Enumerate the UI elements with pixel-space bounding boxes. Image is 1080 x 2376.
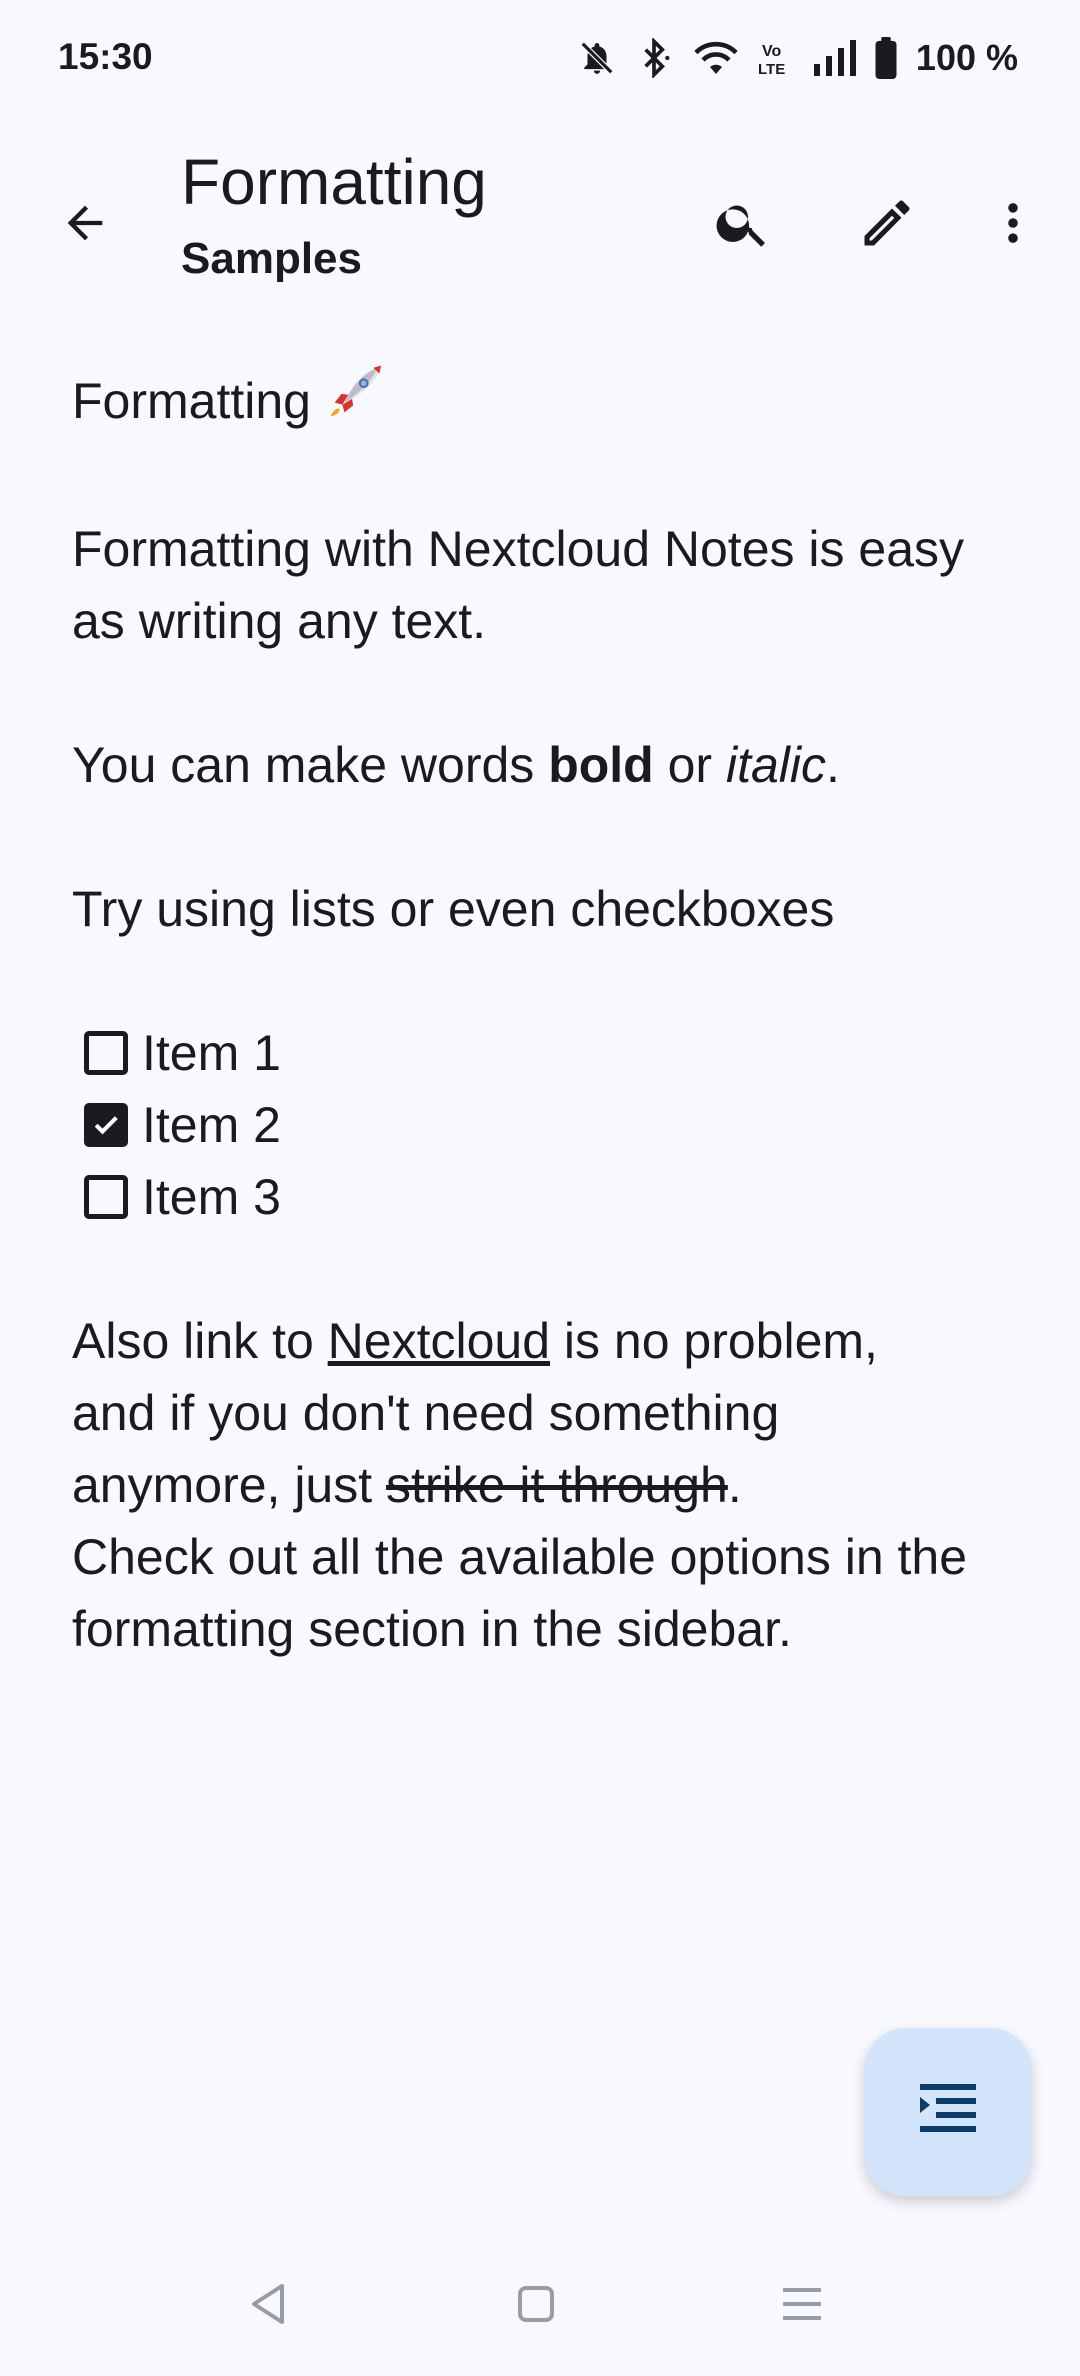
strikethrough-text: strike it through <box>386 1457 728 1513</box>
page-title: Formatting <box>181 146 487 218</box>
nav-home-button[interactable] <box>496 2276 576 2336</box>
back-button[interactable] <box>40 180 130 270</box>
note-last-line: Check out all the available options in t… <box>72 1529 968 1657</box>
page-subtitle: Samples <box>181 234 362 283</box>
wifi-icon <box>692 38 740 78</box>
format-list-icon <box>918 2082 978 2143</box>
search-icon <box>713 193 773 258</box>
back-arrow-icon <box>59 197 111 254</box>
volte-icon: Vo LTE <box>758 38 794 78</box>
more-vert-icon <box>987 193 1039 258</box>
checkbox-unchecked[interactable] <box>84 1031 128 1075</box>
emphasis-pre: You can make words <box>72 737 549 793</box>
status-bar: 15:30 Vo LTE 100 % <box>0 0 1080 118</box>
checklist-item[interactable]: Item 1 <box>72 1017 972 1089</box>
checklist-item-label: Item 1 <box>142 1025 281 1081</box>
note-heading-text: Formatting <box>72 372 311 429</box>
checklist: Item 1 Item 2 Item 3 <box>72 1017 972 1233</box>
checklist-item[interactable]: Item 2 <box>72 1089 972 1161</box>
closing-pre-link: Also link to <box>72 1313 328 1369</box>
note-lists-line: Try using lists or even checkboxes <box>72 881 835 937</box>
emphasis-post: . <box>826 737 840 793</box>
checkbox-unchecked[interactable] <box>84 1175 128 1219</box>
edit-pencil-icon <box>857 193 917 258</box>
bluetooth-icon <box>634 38 674 78</box>
format-fab-button[interactable] <box>864 2028 1032 2196</box>
note-heading: Formatting <box>72 360 972 441</box>
more-options-button[interactable] <box>968 180 1058 270</box>
search-button[interactable] <box>698 180 788 270</box>
nav-recents-icon <box>781 2284 823 2329</box>
closing-post-strike: . <box>727 1457 742 1513</box>
note-intro: Formatting with Nextcloud Notes is easy … <box>72 521 965 649</box>
checkbox-checked[interactable] <box>84 1103 128 1147</box>
checklist-item-label: Item 2 <box>142 1097 281 1153</box>
checklist-item-label: Item 3 <box>142 1169 281 1225</box>
app-bar: Formatting Samples <box>0 118 1080 328</box>
status-time: 15:30 <box>58 36 153 77</box>
nextcloud-link[interactable]: Nextcloud <box>328 1313 550 1369</box>
note-content[interactable]: Formatting Formatting with Nextcloud Not… <box>72 360 972 1665</box>
bold-text: bold <box>548 737 654 793</box>
bell-off-icon <box>578 38 616 78</box>
note-emphasis-line: You can make words bold or italic. <box>72 729 972 801</box>
battery-percentage: 100 % <box>915 37 1018 78</box>
system-nav-bar <box>0 2250 1080 2376</box>
nav-back-icon <box>248 2282 288 2331</box>
svg-text:Vo: Vo <box>762 43 781 60</box>
signal-icon <box>812 38 856 78</box>
edit-button[interactable] <box>842 180 932 270</box>
status-icons: Vo LTE 100 % <box>578 34 1018 82</box>
note-closing-paragraph: Also link to Nextcloud is no problem, an… <box>72 1305 972 1521</box>
italic-text: italic <box>725 737 827 793</box>
checklist-item[interactable]: Item 3 <box>72 1161 972 1233</box>
rocket-icon <box>325 360 387 441</box>
nav-home-icon <box>516 2284 556 2329</box>
battery-icon <box>874 37 898 79</box>
nav-recents-button[interactable] <box>762 2276 842 2336</box>
svg-text:LTE: LTE <box>758 61 785 78</box>
nav-back-button[interactable] <box>228 2276 308 2336</box>
emphasis-mid: or <box>653 737 726 793</box>
